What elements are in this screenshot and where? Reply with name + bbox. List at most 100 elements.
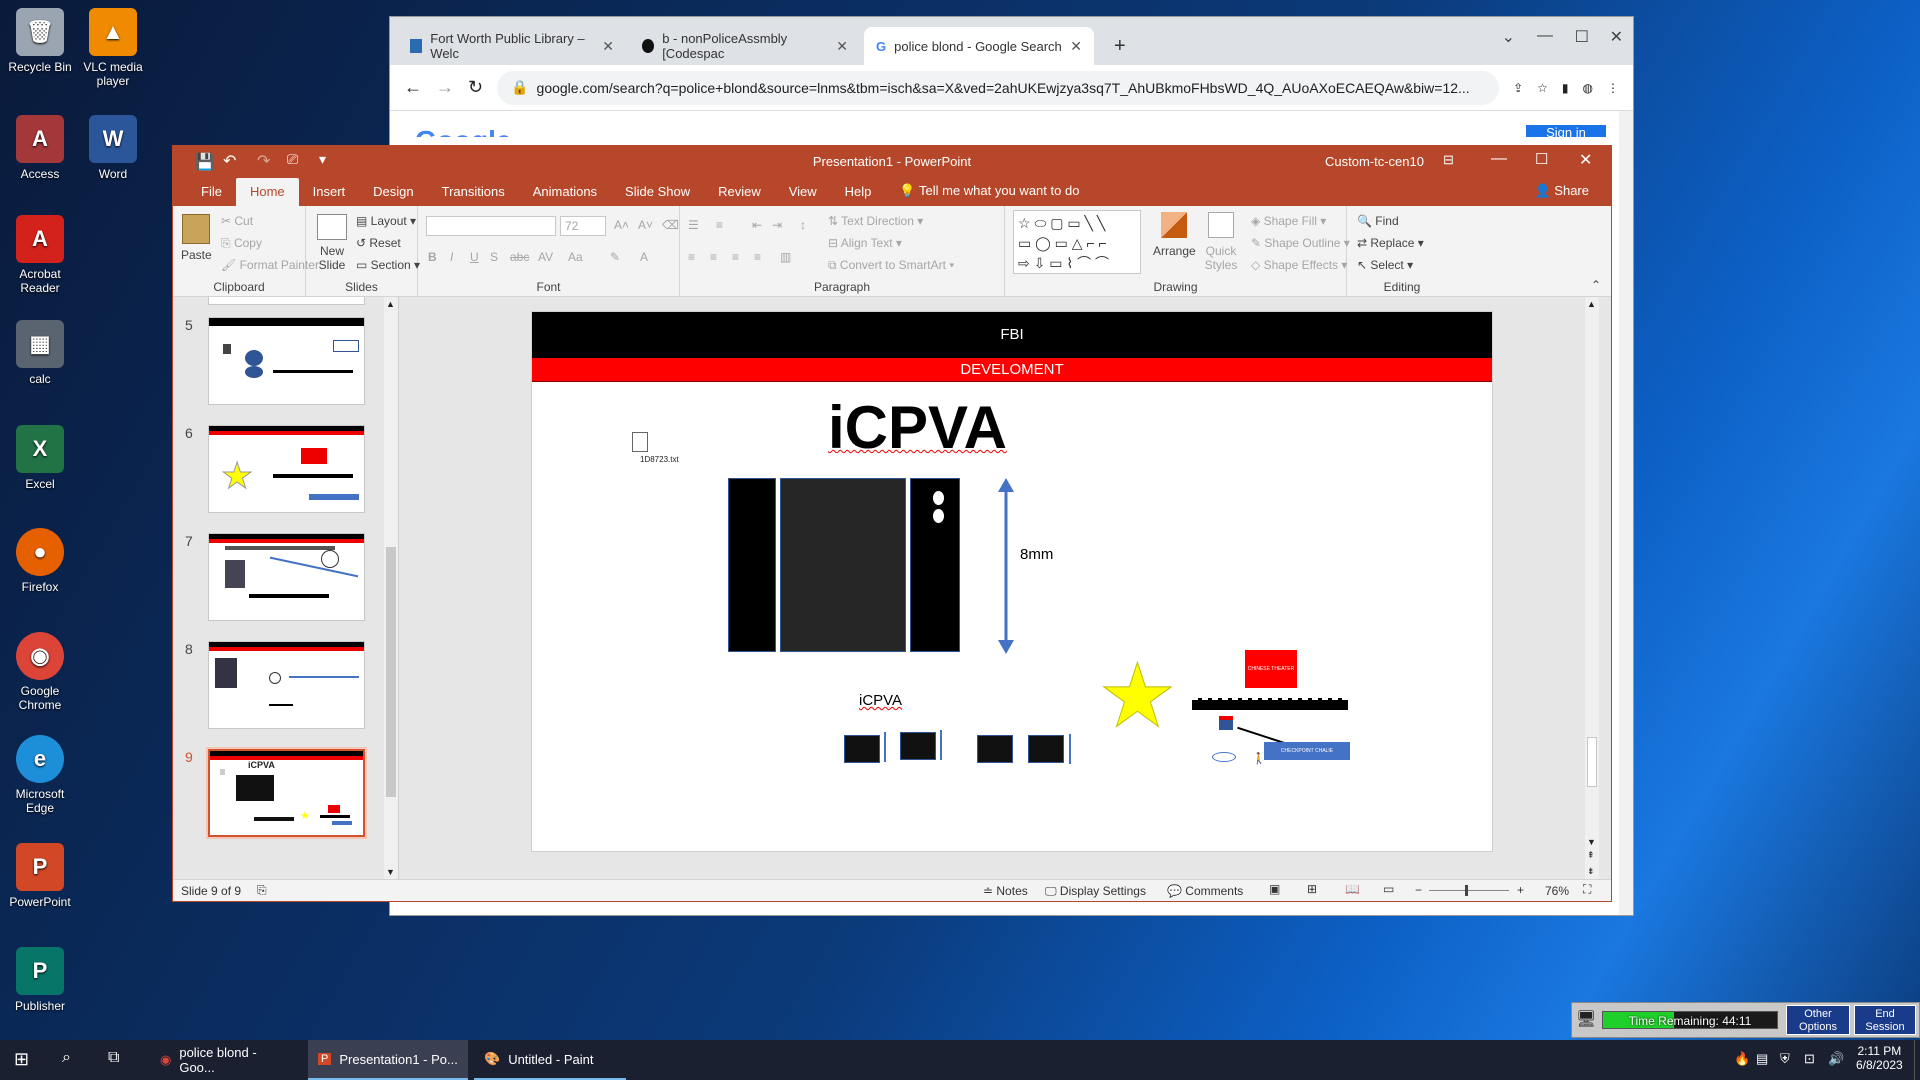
close-tab-icon[interactable]: ✕ — [1070, 38, 1082, 55]
maximize-icon[interactable]: ☐ — [1575, 27, 1589, 47]
clock[interactable]: 2:11 PM 6/8/2023 — [1856, 1044, 1903, 1072]
search-icon[interactable]: ⌕ — [62, 1049, 71, 1067]
align-center-icon[interactable]: ≡ — [710, 250, 717, 264]
align-right-icon[interactable]: ≡ — [732, 250, 739, 264]
scroll-up-icon[interactable]: ▲ — [386, 299, 395, 309]
clear-format-icon[interactable]: ⌫ — [662, 218, 679, 232]
profile-avatar-icon[interactable]: ◍ — [1583, 81, 1593, 95]
dimension-arrow[interactable] — [996, 478, 1016, 654]
underline-icon[interactable]: U — [470, 250, 479, 264]
recycle-bin-shortcut[interactable]: 🗑 Recycle Bin — [0, 8, 80, 74]
char-spacing-icon[interactable]: AV — [538, 250, 553, 264]
chrome-shortcut[interactable]: ◉ Google Chrome — [0, 632, 80, 712]
tray-app-icon[interactable]: 🔥 — [1734, 1051, 1750, 1067]
tab-help[interactable]: Help — [831, 184, 886, 206]
tab-library[interactable]: Fort Worth Public Library – Welc ✕ — [398, 27, 626, 65]
reload-icon[interactable]: ↻ — [468, 77, 483, 98]
find-button[interactable]: 🔍 Find — [1357, 214, 1399, 228]
scroll-up-icon[interactable]: ▲ — [1587, 299, 1596, 309]
grow-font-icon[interactable]: A˄ — [614, 218, 629, 232]
display-settings-button[interactable]: 🖵 Display Settings — [1045, 884, 1146, 899]
bookmark-star-icon[interactable]: ☆ — [1537, 81, 1548, 95]
publisher-shortcut[interactable]: P Publisher — [0, 947, 80, 1013]
ribbon-display-icon[interactable]: ⊟ — [1443, 152, 1454, 168]
zoom-slider[interactable] — [1429, 885, 1509, 896]
blue-box[interactable]: CHECKPOINT CHALIE — [1264, 742, 1350, 760]
text-file-icon[interactable] — [632, 432, 648, 452]
select-button[interactable]: ↖ Select ▾ — [1357, 258, 1413, 272]
tab-home[interactable]: Home — [235, 178, 299, 206]
kebab-menu-icon[interactable]: ⋮ — [1607, 81, 1619, 95]
canvas-scrollbar[interactable]: ▲ ▼ ⇞ ⇟ — [1585, 297, 1599, 879]
tell-me-box[interactable]: 💡 Tell me what you want to do — [885, 183, 1093, 206]
tab-insert[interactable]: Insert — [299, 184, 360, 206]
word-shortcut[interactable]: W Word — [73, 115, 153, 181]
slide-thumbnail-5[interactable] — [208, 317, 365, 405]
line-spacing-icon[interactable]: ↕ — [800, 218, 806, 232]
shape-outline-button[interactable]: ✎ Shape Outline ▾ — [1251, 236, 1350, 250]
other-options-button[interactable]: Other Options — [1786, 1005, 1850, 1035]
shrink-font-icon[interactable]: A˅ — [638, 218, 653, 232]
decrease-indent-icon[interactable]: ⇤ — [752, 218, 762, 232]
tab-animations[interactable]: Animations — [519, 184, 611, 206]
scroll-thumb[interactable] — [386, 547, 396, 797]
powerpoint-shortcut[interactable]: P PowerPoint — [0, 843, 80, 909]
page-scrollbar[interactable] — [1619, 111, 1633, 915]
slideshow-view-icon[interactable]: ▭ — [1383, 882, 1394, 896]
justify-icon[interactable]: ≡ — [754, 250, 761, 264]
firefox-shortcut[interactable]: ● Firefox — [0, 528, 80, 594]
quick-styles-button[interactable]: Quick Styles — [1201, 212, 1241, 272]
copy-button[interactable]: ⎘ Copy — [221, 236, 262, 251]
forward-arrow-icon[interactable]: → — [436, 77, 454, 98]
red-box[interactable]: CHINESE THEATER — [1245, 650, 1297, 688]
zoom-level[interactable]: 76% — [1545, 884, 1569, 898]
italic-icon[interactable]: I — [450, 250, 453, 264]
end-session-button[interactable]: End Session — [1854, 1005, 1916, 1035]
slide-header-bar[interactable]: FBI — [532, 312, 1492, 358]
device-left-panel[interactable] — [728, 478, 776, 652]
format-painter-button[interactable]: 🖌 Format Painter — [221, 258, 319, 272]
new-tab-button[interactable]: + — [1102, 27, 1138, 65]
close-window-icon[interactable]: ✕ — [1579, 150, 1592, 170]
shadow-icon[interactable]: S — [490, 250, 498, 264]
align-left-icon[interactable]: ≡ — [688, 250, 695, 264]
tab-codespaces[interactable]: b - nonPoliceAssmbly [Codespac ✕ — [630, 27, 860, 65]
taskbar-powerpoint[interactable]: P Presentation1 - Po... — [308, 1040, 468, 1080]
signin-button[interactable]: Sign in — [1526, 125, 1606, 137]
back-arrow-icon[interactable]: ← — [404, 77, 422, 98]
replace-button[interactable]: ⇄ Replace ▾ — [1357, 236, 1424, 250]
paste-button[interactable]: Paste — [181, 214, 212, 262]
shape-fill-button[interactable]: ◈ Shape Fill ▾ — [1251, 214, 1326, 228]
bullets-icon[interactable]: ☰ — [688, 218, 699, 232]
small-device-4[interactable] — [1028, 735, 1064, 763]
shapes-gallery[interactable]: ☆ ⬭ ▢ ▭ ╲ ╲ ▭ ◯ ▭ △ ⌐ ⌐ ⇨ ⇩ ▭ ⌇ ⌒ ⌒ — [1013, 210, 1141, 274]
previous-slide-icon[interactable]: ⇞ — [1587, 850, 1595, 861]
tab-search-chevron-icon[interactable]: ⌄ — [1502, 27, 1515, 47]
shape-effects-button[interactable]: ◇ Shape Effects ▾ — [1251, 258, 1347, 272]
fit-to-window-icon[interactable]: ⛶ — [1583, 882, 1591, 897]
small-title[interactable]: iCPVA — [859, 692, 902, 709]
tray-app-icon[interactable]: ▤ — [1756, 1051, 1768, 1067]
small-device-1[interactable] — [844, 735, 880, 763]
excel-shortcut[interactable]: X Excel — [0, 425, 80, 491]
shield-icon[interactable]: ⛨ — [1780, 1051, 1790, 1067]
normal-view-icon[interactable]: ▣ — [1269, 882, 1280, 896]
next-slide-icon[interactable]: ⇟ — [1587, 866, 1595, 877]
tab-view[interactable]: View — [775, 184, 831, 206]
columns-icon[interactable]: ▥ — [780, 250, 791, 264]
close-window-icon[interactable]: ✕ — [1610, 27, 1623, 47]
accessibility-icon[interactable]: ⎘ — [257, 883, 267, 898]
tab-google-search[interactable]: G police blond - Google Search ✕ — [864, 27, 1094, 65]
slide-subheader-bar[interactable]: DEVELOMENT — [532, 358, 1492, 382]
change-case-icon[interactable]: Aa — [568, 250, 583, 264]
increase-indent-icon[interactable]: ⇥ — [772, 218, 782, 232]
task-view-icon[interactable]: ⧉ — [108, 1049, 119, 1067]
thumbnail-scrollbar[interactable]: ▲ ▼ — [384, 297, 398, 879]
volume-icon[interactable]: 🔊 — [1828, 1051, 1844, 1067]
windows-start-icon[interactable]: ⊞ — [14, 1049, 29, 1070]
slide-title[interactable]: iCPVA — [828, 392, 1007, 464]
taskbar-chrome[interactable]: ◉ police blond - Goo... — [150, 1040, 302, 1080]
tab-transitions[interactable]: Transitions — [428, 184, 519, 206]
taskbar-paint[interactable]: 🎨 Untitled - Paint — [474, 1040, 626, 1080]
device-right-panel[interactable] — [910, 478, 960, 652]
